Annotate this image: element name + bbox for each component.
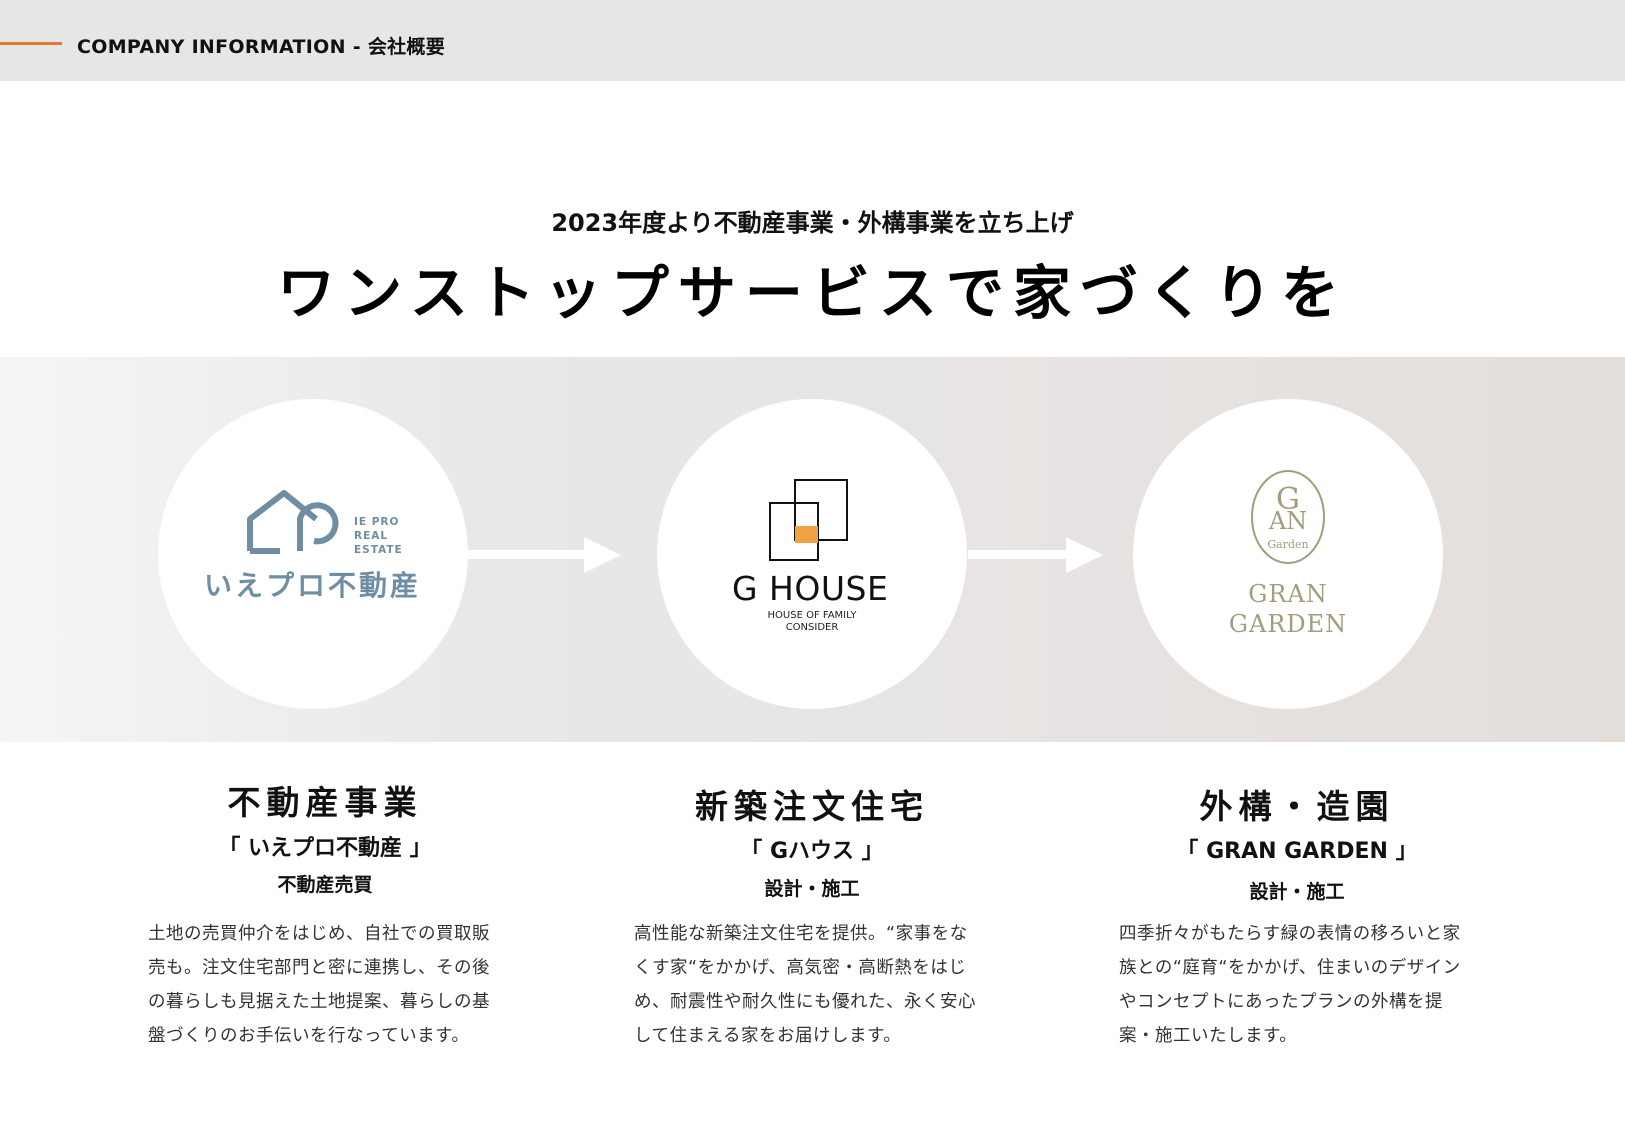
header-accent-line (0, 42, 62, 45)
column-1-desc-line: 土地の売買仲介をはじめ、自社での買取販 (148, 924, 490, 944)
grangarden-logo-circle: G AN Garden GRAN GARDEN (1133, 399, 1443, 709)
column-3-title: 外構・造園 (1199, 787, 1395, 826)
column-1-role: 不動産売買 (277, 874, 373, 896)
grangarden-monogram-icon: G AN Garden (1251, 470, 1325, 564)
iepro-line-1: IE PRO (354, 516, 400, 528)
column-3-desc-line: やコンセプトにあったプランの外構を提 (1119, 992, 1443, 1012)
svg-text:AN: AN (1268, 507, 1307, 535)
column-2-description: 高性能な新築注文住宅を提供。“家事をな くす家“をかかげ、高気密・高断熱をはじ … (634, 917, 1004, 1053)
grangarden-monogram-text: Garden (1267, 538, 1308, 551)
ghouse-logo-name: G HOUSE (732, 569, 889, 608)
column-2-role: 設計・施工 (764, 878, 860, 900)
column-1-brand: 「 いえプロ不動産 」 (218, 836, 432, 861)
column-2-brand: 「 Gハウス 」 (740, 839, 884, 864)
column-3-description: 四季折々がもたらす緑の表情の移ろいと家 族との“庭育“をかかげ、住まいのデザイン… (1119, 917, 1489, 1053)
arrow-right-icon (466, 537, 621, 573)
iepro-logo-circle: IE PRO REAL ESTATE いえプロ不動産 (158, 399, 468, 709)
column-2-desc-line: くす家“をかかげ、高気密・高断熱をはじ (634, 958, 967, 978)
ghouse-tagline-1: HOUSE OF FAMILY (767, 610, 857, 621)
arrow-right-icon (968, 537, 1103, 573)
column-1-title: 不動産事業 (227, 783, 423, 822)
iepro-line-2: REAL (354, 530, 389, 542)
iepro-small-text: IE PRO REAL ESTATE (354, 515, 403, 557)
column-3-role: 設計・施工 (1249, 881, 1345, 903)
column-1-desc-line: の暮らしも見据えた土地提案、暮らしの基 (148, 992, 490, 1012)
ghouse-squares-icon (769, 479, 848, 561)
column-2-desc-line: め、耐震性や耐久性にも優れた、永く安心 (634, 992, 976, 1012)
column-2-title: 新築注文住宅 (695, 787, 929, 826)
iepro-house-icon (247, 490, 339, 554)
grangarden-name-1: GRAN (1248, 580, 1328, 608)
column-2-desc-line: して住まえる家をお届けします。 (634, 1026, 902, 1046)
grangarden-name-2: GARDEN (1228, 610, 1348, 638)
iepro-logo-name: いえプロ不動産 (204, 569, 422, 602)
column-3-desc-line: 族との“庭育“をかかげ、住まいのデザイン (1119, 958, 1461, 978)
column-1-description: 土地の売買仲介をはじめ、自社での買取販 売も。注文住宅部門と密に連携し、その後 … (148, 917, 518, 1053)
ghouse-tagline: HOUSE OF FAMILY CONSIDER (752, 610, 872, 634)
column-2-desc-line: 高性能な新築注文住宅を提供。“家事をな (634, 924, 968, 944)
column-3-desc-line: 案・施工いたします。 (1119, 1026, 1298, 1046)
intro-headline: ワンストップサービスで家づくりを (277, 259, 1348, 327)
column-1-desc-line: 売も。注文住宅部門と密に連携し、その後 (148, 958, 490, 978)
column-3-brand: 「 GRAN GARDEN 」 (1176, 839, 1418, 864)
column-3-desc-line: 四季折々がもたらす緑の表情の移ろいと家 (1119, 924, 1461, 944)
grangarden-logo-name: GRAN GARDEN (1188, 579, 1388, 639)
intro-subtitle: 2023年度より不動産事業・外構事業を立ち上げ (551, 209, 1074, 237)
ghouse-logo-circle: G HOUSE HOUSE OF FAMILY CONSIDER (657, 399, 967, 709)
column-1-desc-line: 盤づくりのお手伝いを行なっています。 (148, 1026, 470, 1046)
header-title: COMPANY INFORMATION - 会社概要 (77, 36, 446, 58)
iepro-line-3: ESTATE (354, 544, 403, 556)
ghouse-tagline-2: CONSIDER (785, 622, 839, 633)
